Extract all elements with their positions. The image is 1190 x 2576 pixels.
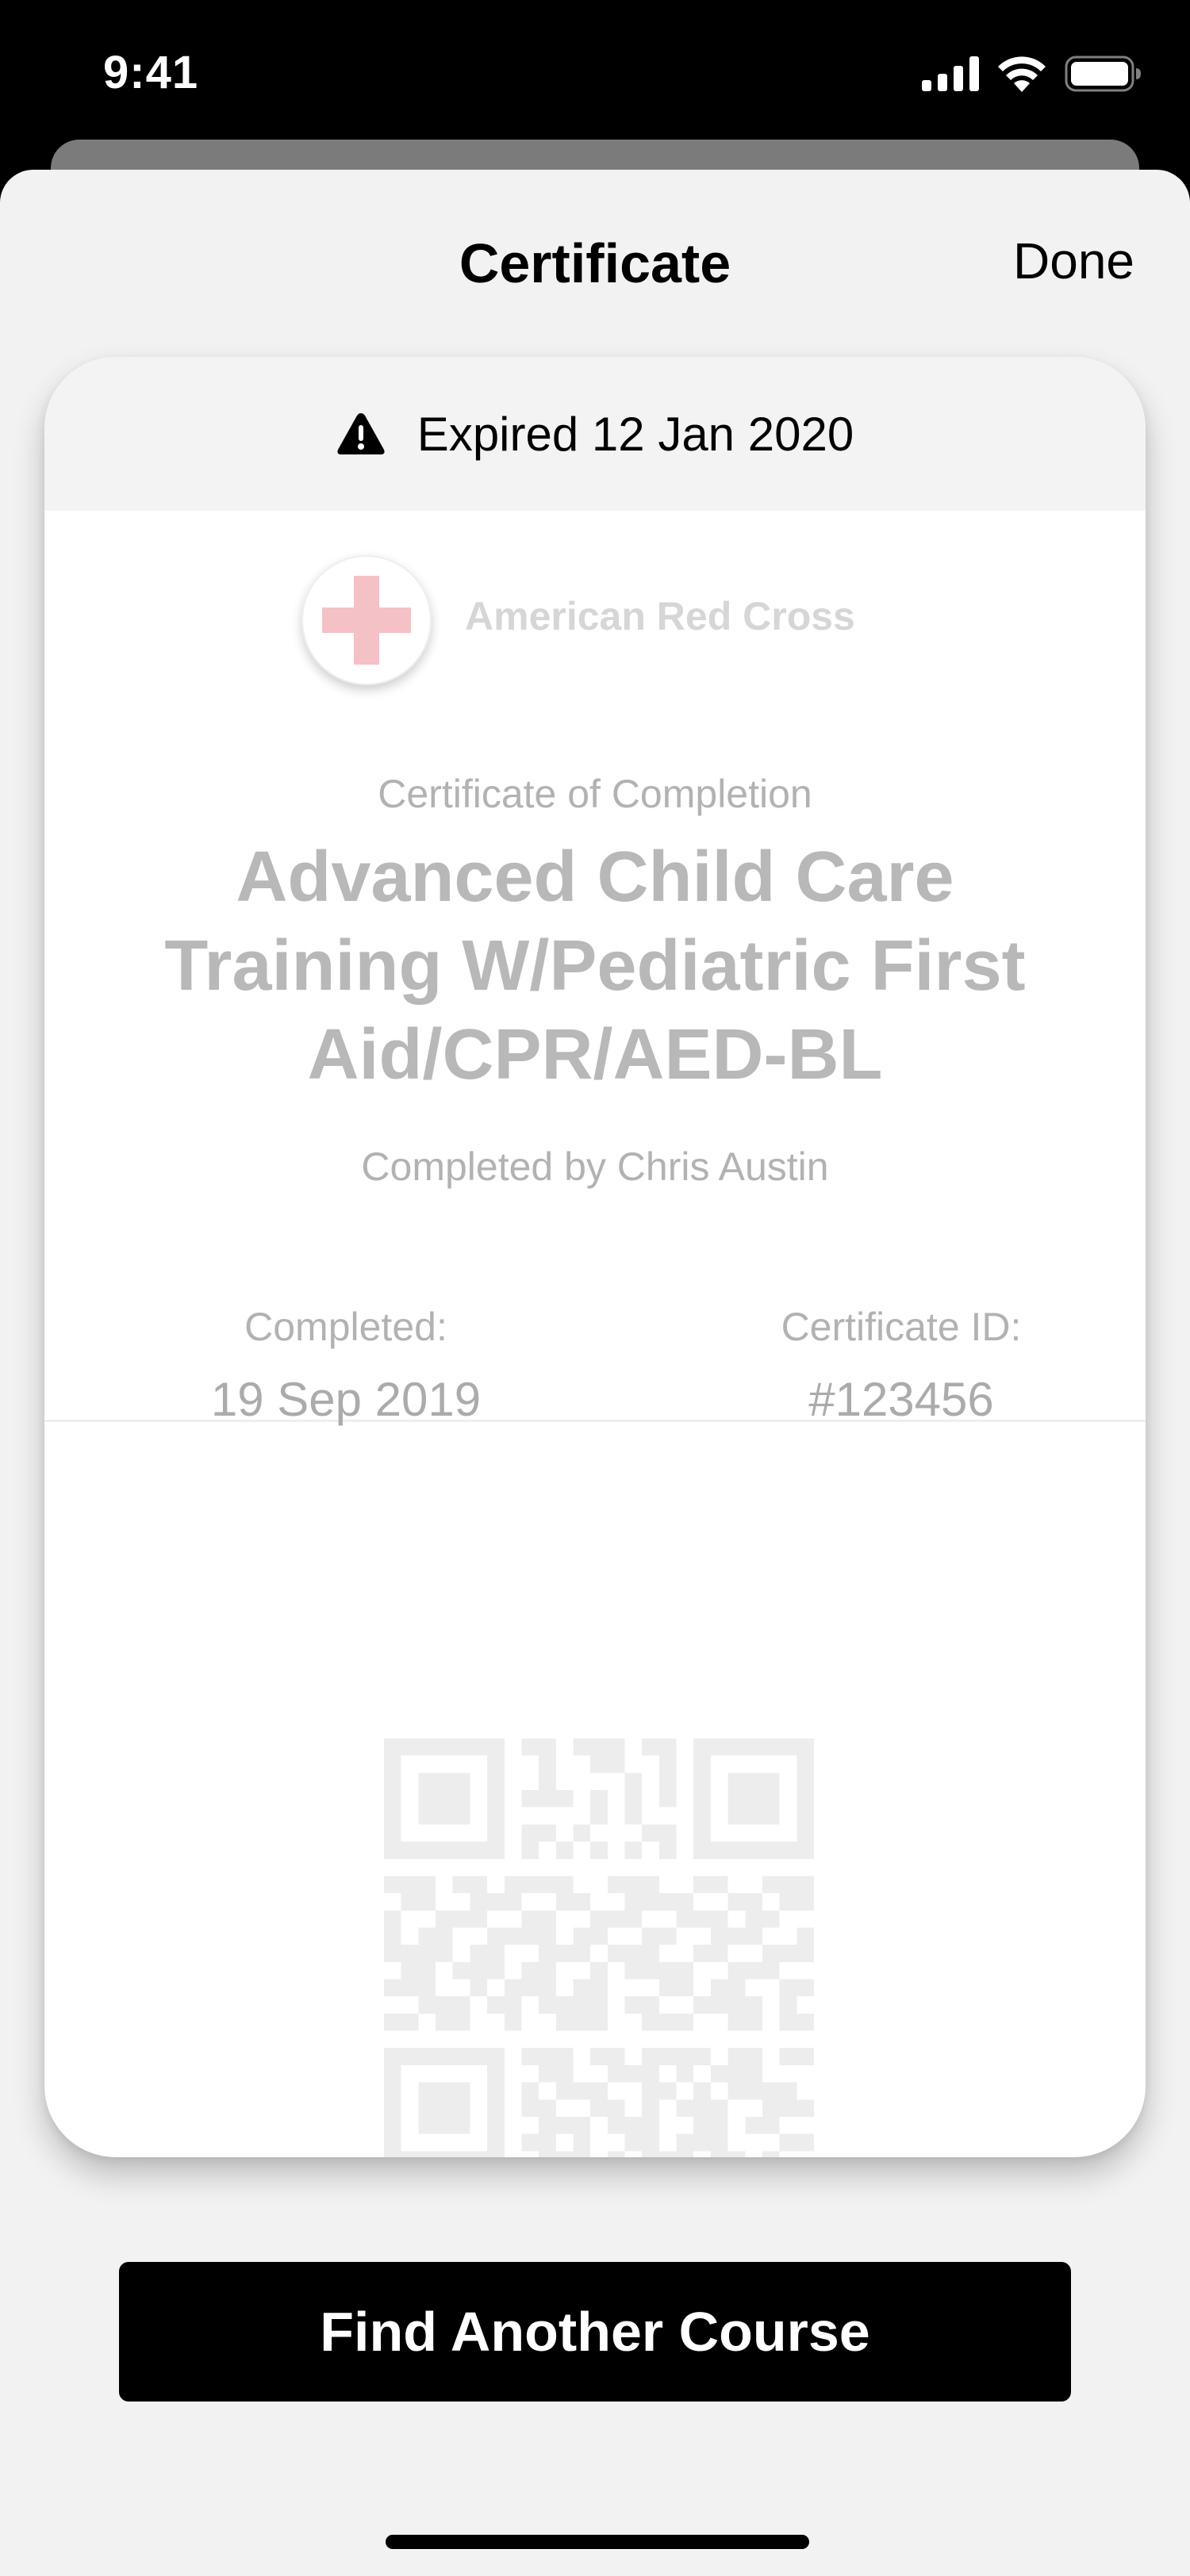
home-indicator[interactable] [386, 2535, 809, 2549]
certificate-card: Expired 12 Jan 2020 American Red Cross C… [44, 357, 1146, 2157]
completed-label: Completed: [244, 1305, 447, 1349]
certificate-id-label: Certificate ID: [781, 1305, 1022, 1349]
qr-code [384, 1738, 814, 2157]
cellular-signal-icon [922, 56, 979, 91]
certificate-sheet: Certificate Done Expired 12 Jan 2020 Ame… [0, 170, 1190, 2576]
status-icons [922, 52, 1141, 95]
completed-by: Completed by Chris Austin [361, 1144, 829, 1189]
warning-icon [337, 413, 385, 454]
red-cross-icon [322, 576, 411, 665]
course-title: Advanced Child Care Training W/Pediatric… [164, 838, 1026, 1094]
find-another-course-button[interactable]: Find Another Course [119, 2262, 1071, 2402]
done-button[interactable]: Done [1013, 232, 1134, 290]
red-cross-logo [301, 555, 432, 685]
expired-label: Expired 12 Jan 2020 [416, 407, 854, 461]
expired-banner: Expired 12 Jan 2020 [44, 357, 1146, 511]
page-title: Certificate [459, 232, 731, 294]
status-time: 9:41 [103, 47, 199, 98]
status-bar: 9:41 [0, 0, 1190, 143]
wifi-icon [998, 56, 1046, 92]
certificate-subtitle: Certificate of Completion [378, 772, 812, 816]
battery-icon [1065, 56, 1141, 92]
completed-date: 19 Sep 2019 [210, 1373, 482, 1426]
certificate-id-value: #123456 [808, 1373, 994, 1426]
org-name: American Red Cross [465, 594, 855, 638]
